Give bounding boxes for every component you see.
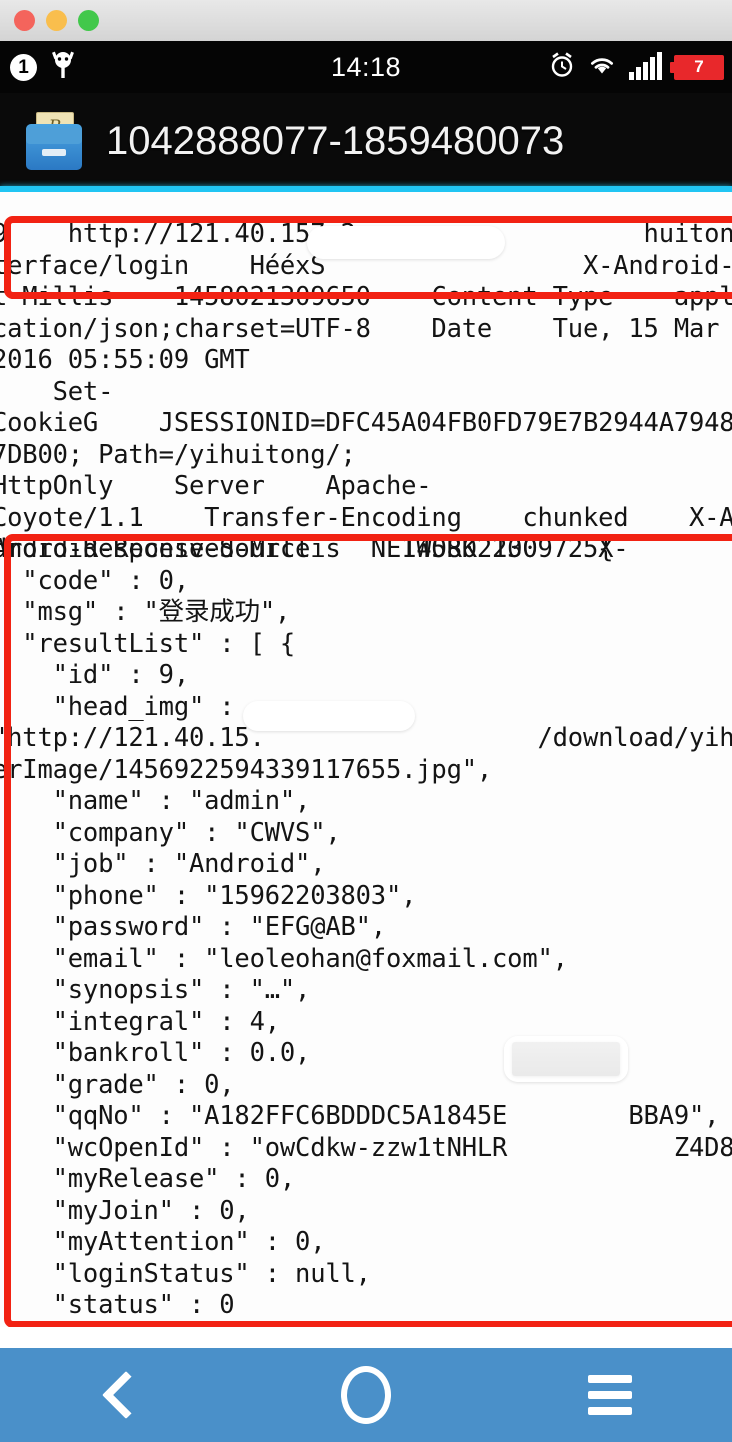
nav-back-button[interactable] <box>47 1348 197 1442</box>
alarm-clock-icon <box>549 52 575 82</box>
close-window-button[interactable] <box>14 10 35 31</box>
app-icon-slot <box>42 149 66 156</box>
app-icon-flaps <box>26 128 82 144</box>
page-title: 1042888077-1859480073 <box>106 118 565 163</box>
redaction-overlay-head-img <box>243 701 415 731</box>
home-icon <box>341 1366 391 1424</box>
status-bar-right-icons: 7 <box>549 52 724 82</box>
app-title-bar: R 1042888077-1859480073 <box>0 93 732 189</box>
nav-home-button[interactable] <box>291 1348 441 1442</box>
redaction-blur-qqno <box>512 1042 620 1076</box>
menu-icon <box>588 1375 632 1415</box>
minimize-window-button[interactable] <box>46 10 67 31</box>
log-json-body-block: Android-Received-Millis 1458021309725{ "… <box>0 534 732 1327</box>
window-titlebar <box>0 0 732 42</box>
battery-icon: 7 <box>670 54 724 80</box>
content-bottom-gap <box>0 1327 732 1348</box>
back-icon <box>101 1370 151 1420</box>
wifi-icon <box>587 53 617 81</box>
android-navigation-bar <box>0 1348 732 1442</box>
android-status-bar: 1 14:18 7 <box>0 41 732 93</box>
file-box-app-icon: R <box>24 112 84 170</box>
maximize-window-button[interactable] <box>78 10 99 31</box>
screenshot-root: 1 14:18 7 1042888077-1859480073 http://1… <box>0 0 732 1442</box>
signal-bars-icon <box>629 52 662 80</box>
nav-recents-button[interactable] <box>535 1348 685 1442</box>
redaction-overlay-url <box>307 226 505 259</box>
log-content-area[interactable]: 9 http://121.40.157.2 huitong/user/in te… <box>0 192 732 1327</box>
battery-level-text: 7 <box>694 57 704 76</box>
log-headers-block: t-Millis 1458021309650 Content-Type appl… <box>0 282 732 564</box>
window-traffic-lights <box>14 10 99 31</box>
